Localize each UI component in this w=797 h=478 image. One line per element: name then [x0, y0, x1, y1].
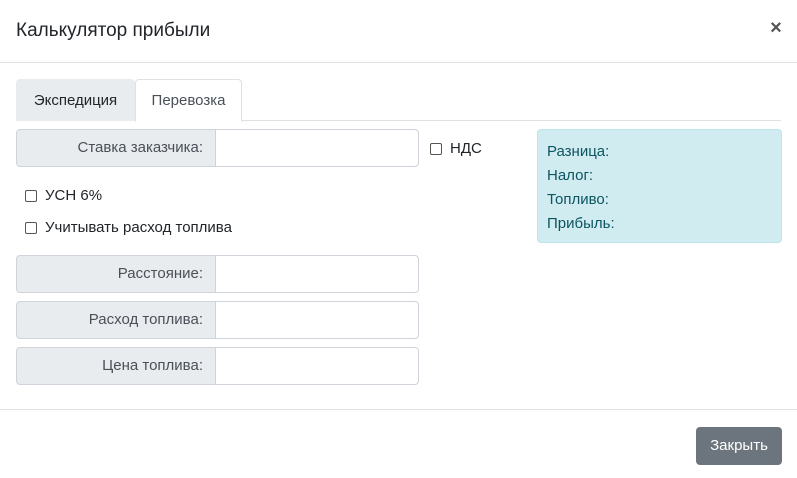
result-fuel: Топливо: — [547, 191, 609, 208]
fuel-price-input[interactable] — [215, 347, 419, 385]
profit-calculator-modal: Калькулятор прибыли × Экспедиция Перевоз… — [0, 0, 797, 478]
close-button[interactable]: Закрыть — [696, 427, 782, 465]
vat-checkbox-row: НДС — [430, 140, 500, 158]
fuel-price-group: Цена топлива: — [16, 347, 419, 385]
vat-label: НДС — [450, 140, 482, 157]
modal-header: Калькулятор прибыли × — [0, 0, 797, 63]
vat-checkbox[interactable] — [430, 143, 442, 155]
fuel-consumption-label: Расход топлива: — [16, 301, 216, 339]
tab-transport[interactable]: Перевозка — [135, 79, 242, 122]
result-difference: Разница: — [547, 143, 610, 160]
modal-title: Калькулятор прибыли — [16, 20, 211, 41]
usn-label: УСН 6% — [45, 187, 103, 204]
customer-rate-input[interactable] — [215, 129, 419, 167]
fuel-price-label: Цена топлива: — [16, 347, 216, 385]
usn-checkbox[interactable] — [25, 190, 37, 202]
fuel-consider-label: Учитывать расход топлива — [45, 219, 232, 236]
result-profit: Прибыль: — [547, 215, 615, 232]
fuel-consider-checkbox[interactable] — [25, 222, 37, 234]
distance-label: Расстояние: — [16, 255, 216, 293]
close-icon[interactable]: × — [767, 18, 785, 38]
result-tax: Налог: — [547, 167, 594, 184]
fuel-consider-checkbox-row: Учитывать расход топлива — [25, 219, 265, 237]
fuel-consumption-group: Расход топлива: — [16, 301, 419, 339]
usn-checkbox-row: УСН 6% — [25, 187, 145, 205]
distance-group: Расстояние: — [16, 255, 419, 293]
distance-input[interactable] — [215, 255, 419, 293]
tab-expedition[interactable]: Экспедиция — [16, 79, 135, 121]
results-panel: Разница: Налог: Топливо: Прибыль: — [537, 129, 782, 243]
tab-bar: Экспедиция Перевозка — [16, 79, 781, 122]
customer-rate-label: Ставка заказчика: — [16, 129, 216, 167]
modal-footer: Закрыть — [0, 409, 797, 478]
fuel-consumption-input[interactable] — [215, 301, 419, 339]
customer-rate-group: Ставка заказчика: — [16, 129, 419, 167]
